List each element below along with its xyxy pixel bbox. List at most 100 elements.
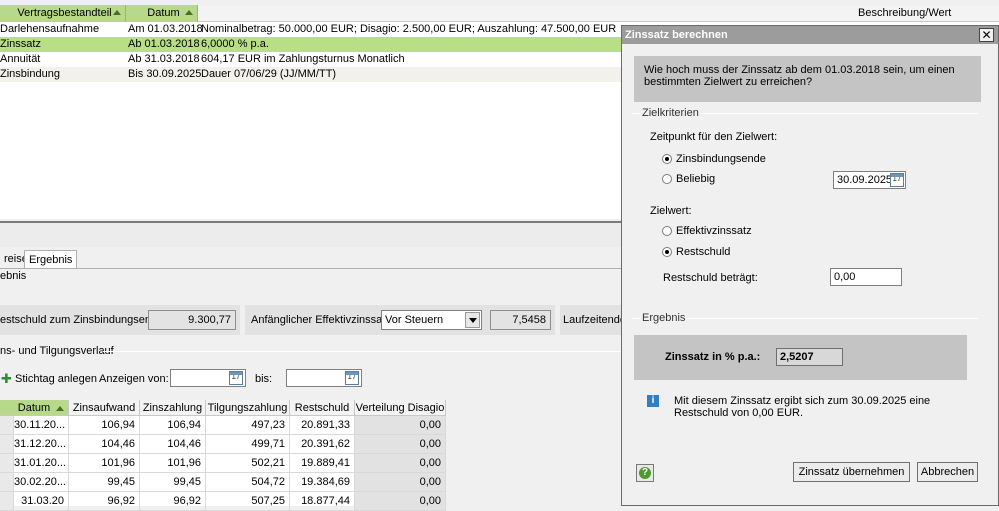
radio-zinsbindungsende[interactable]: Zinsbindungsende (662, 153, 812, 167)
verlauf-title: ns- und Tilgungsverlauf (0, 345, 114, 357)
stichtag-label: Stichtag anlegen (15, 373, 97, 385)
column-header-date[interactable]: Datum (126, 5, 198, 22)
cell-restschuld: 20.891,33 (290, 416, 355, 435)
table-row[interactable]: 31.03.20 96,92 96,92 507,25 18.877,44 0,… (0, 492, 446, 511)
cell-datum: 31.03.20 (14, 492, 69, 511)
row-handle[interactable] (0, 435, 14, 454)
cell-tilgungszahlung: 504,72 (206, 473, 290, 492)
cell-zinsaufwand: 104,46 (69, 435, 140, 454)
radio-label: Beliebig (676, 173, 716, 185)
radio-icon (662, 247, 672, 257)
column-header-tilgungszahlung[interactable]: Tilgungszahlung (206, 400, 290, 416)
cell-tilgungszahlung: 502,21 (206, 454, 290, 473)
calendar-icon[interactable]: 17 (229, 371, 243, 385)
section-divider (103, 351, 621, 352)
cancel-button[interactable]: Abbrechen (917, 462, 978, 482)
radio-restschuld[interactable]: Restschuld (662, 246, 762, 260)
anzeigen-label: Anzeigen von: (99, 373, 169, 385)
radio-label: Zinsbindungsende (676, 153, 766, 165)
radio-effektivzinssatz[interactable]: Effektivzinssatz (662, 225, 782, 239)
cell-tilgungszahlung: 499,71 (206, 435, 290, 454)
sort-asc-icon (185, 10, 193, 15)
table-header-row: Vertragsbestandteil Datum Beschreibung/W… (0, 5, 999, 22)
row-handle[interactable] (0, 454, 14, 473)
zielwert-label: Zielwert: (650, 205, 692, 217)
cell-restschuld: 19.889,41 (290, 454, 355, 473)
header-label: Datum (17, 402, 51, 414)
column-header-zinszahlung[interactable]: Zinszahlung (140, 400, 206, 416)
close-icon[interactable]: ✕ (979, 28, 994, 42)
cell-value: 604,17 EUR im Zahlungsturnus Monatlich (201, 53, 405, 65)
radio-beliebig[interactable]: Beliebig (662, 173, 762, 187)
table-row[interactable]: 30.11.20... 106,94 106,94 497,23 20.891,… (0, 416, 446, 435)
zinssatz-dialog: Zinssatz berechnen ✕ Wie hoch muss der Z… (621, 25, 999, 506)
date-from-input[interactable]: 17 (170, 369, 246, 387)
cell-component: Zinssatz (0, 38, 41, 50)
question-box: Wie hoch muss der Zinssatz ab dem 01.03.… (634, 56, 981, 102)
column-header-description[interactable]: Beschreibung/Wert (854, 5, 994, 22)
bis-label: bis: (255, 373, 273, 385)
row-handle[interactable] (0, 473, 14, 492)
tab-ergebnis[interactable]: Ergebnis (24, 250, 78, 268)
cell-restschuld: 18.877,44 (290, 492, 355, 511)
dialog-titlebar[interactable]: Zinssatz berechnen ✕ (622, 26, 998, 44)
date-input[interactable]: 30.09.2025 17 (833, 171, 906, 189)
radio-icon (662, 154, 672, 164)
result-value: 2,5207 (776, 348, 843, 366)
table-row[interactable]: 31.01.20... 101,96 101,96 502,21 19.889,… (0, 454, 446, 473)
effektiv-select-value: Vor Steuern (385, 314, 444, 326)
cell-datum: 31.12.20... (14, 435, 69, 454)
cell-value: Dauer 07/06/29 (JJ/MM/TT) (201, 68, 337, 80)
calendar-icon[interactable]: 17 (345, 371, 359, 385)
cell-datum: 30.02.20... (14, 473, 69, 492)
cell-component: Zinsbindung (0, 68, 60, 80)
effektiv-value: 7,5458 (490, 310, 551, 330)
cell-date: Am 01.03.2018 (128, 23, 203, 35)
row-handle[interactable] (0, 416, 14, 435)
question-text: Wie hoch muss der Zinssatz ab dem 01.03.… (644, 64, 955, 88)
cell-zinsaufwand: 99,45 (69, 473, 140, 492)
plus-icon: ✚ (1, 371, 12, 386)
cell-datum: 30.11.20... (14, 416, 69, 435)
chevron-down-icon[interactable] (465, 312, 480, 328)
restschuld-input[interactable]: 0,00 (830, 268, 902, 286)
cell-value: Nominalbetrag: 50.000,00 EUR; Disagio: 2… (201, 23, 617, 35)
effektiv-label: Anfänglicher Effektivzinssatz: (251, 314, 394, 326)
table-row[interactable]: 31.12.20... 104,46 104,46 499,71 20.391,… (0, 435, 446, 454)
restschuld-label: estschuld zum Zinsbindungsende: (0, 314, 167, 326)
cell-restschuld: 19.384,69 (290, 473, 355, 492)
row-handle[interactable] (0, 492, 14, 511)
dialog-title: Zinssatz berechnen (625, 29, 728, 41)
header-label: Datum (147, 7, 180, 19)
column-header-datum[interactable]: Datum (0, 400, 69, 416)
column-header-component[interactable]: Vertragsbestandteil (0, 5, 126, 22)
cell-disagio: 0,00 (355, 473, 446, 492)
radio-label: Effektivzinssatz (676, 225, 752, 237)
zeitpunkt-label: Zeitpunkt für den Zielwert: (650, 131, 778, 143)
cell-tilgungszahlung: 507,25 (206, 492, 290, 511)
result-box: Zinssatz in % p.a.: 2,5207 (634, 335, 967, 380)
date-to-input[interactable]: 17 (286, 369, 362, 387)
laufzeit-label: Laufzeitende: (563, 314, 630, 326)
cell-zinsaufwand: 101,96 (69, 454, 140, 473)
cell-component: Annuität (0, 53, 41, 65)
calendar-icon[interactable]: 17 (890, 173, 904, 187)
cell-disagio: 0,00 (355, 416, 446, 435)
apply-button[interactable]: Zinssatz übernehmen (793, 462, 910, 482)
help-button[interactable]: ? (636, 464, 654, 482)
column-header-restschuld[interactable]: Restschuld (290, 400, 355, 416)
header-label: Vertragsbestandteil (17, 7, 112, 19)
cell-date: Ab 31.03.2018 (128, 53, 200, 65)
cell-zinsaufwand: 106,94 (69, 416, 140, 435)
radio-label: Restschuld (676, 246, 731, 258)
cell-disagio: 0,00 (355, 454, 446, 473)
effektiv-select[interactable]: Vor Steuern (381, 310, 482, 330)
table-row[interactable]: 30.02.20... 99,45 99,45 504,72 19.384,69… (0, 473, 446, 492)
column-header-disagio[interactable]: Verteilung Disagio (355, 400, 446, 416)
column-header-zinsaufwand[interactable]: Zinsaufwand (69, 400, 140, 416)
cell-date: Ab 01.03.2018 (128, 38, 200, 50)
cell-restschuld: 20.391,62 (290, 435, 355, 454)
result-label: Zinssatz in % p.a.: (665, 351, 761, 363)
zielkriterien-label: Zielkriterien (640, 107, 701, 119)
schedule-grid: Datum Zinsaufwand Zinszahlung Tilgungsza… (0, 400, 446, 511)
